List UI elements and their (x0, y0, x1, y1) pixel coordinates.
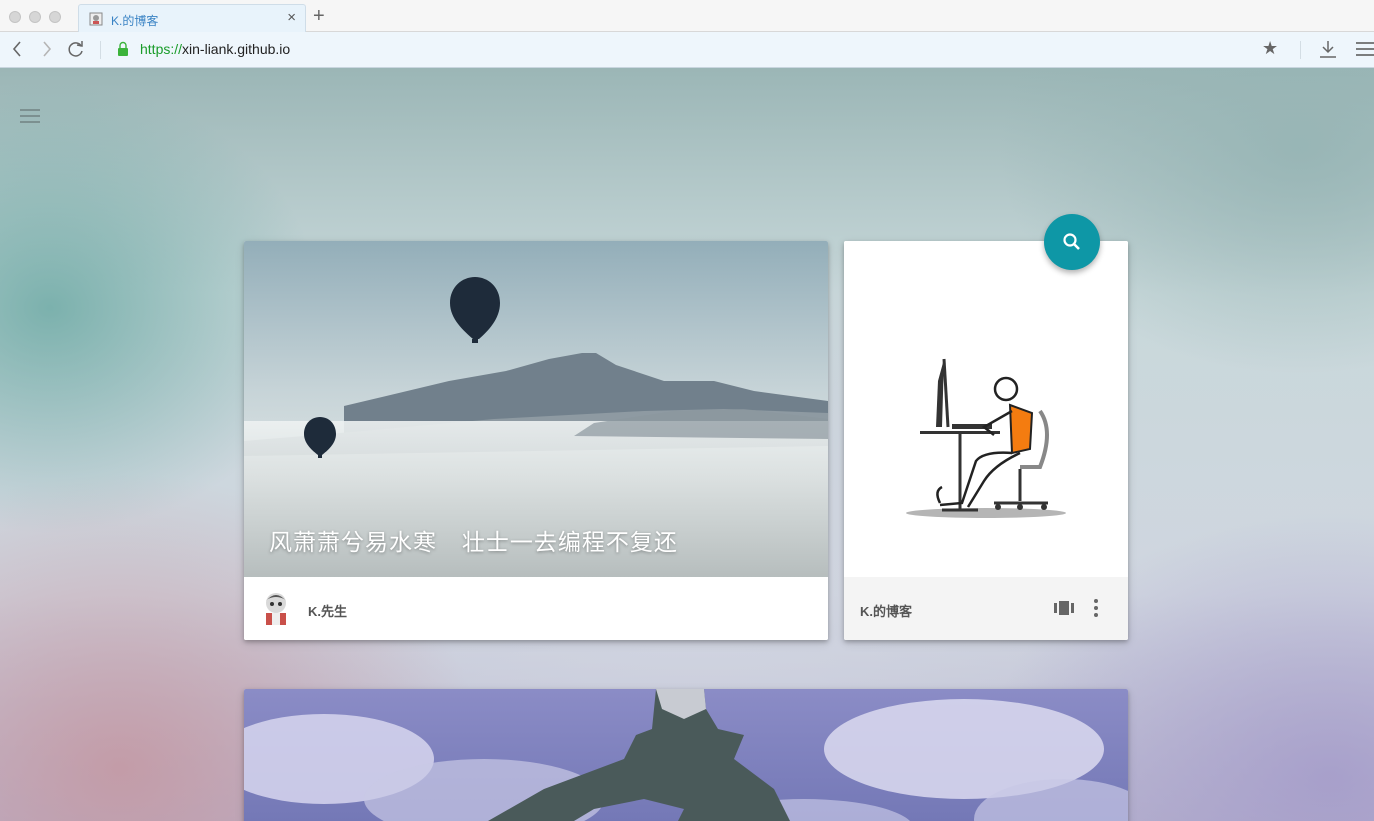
lock-icon (118, 41, 128, 56)
post-footer: K.先生 (244, 577, 828, 640)
blog-info-card: K.的博客 (844, 241, 1128, 640)
download-icon[interactable] (1319, 39, 1337, 59)
window-zoom-dot[interactable] (49, 11, 61, 23)
more-vert-icon[interactable] (1090, 598, 1102, 618)
blog-info-footer: K.的博客 (844, 577, 1128, 640)
browser-tabbar: K.的博客 × + (0, 0, 1374, 33)
new-tab-button[interactable]: + (313, 5, 325, 27)
featured-post-card[interactable]: 风萧萧兮易水寒 壮士一去编程不复还 K.先生 (244, 241, 828, 640)
tab-title: K.的博客 (111, 14, 159, 28)
address-bar[interactable]: https://xin-liank.github.io (140, 41, 290, 57)
coder-illustration (844, 241, 1128, 577)
author-avatar[interactable] (260, 591, 292, 625)
menu-icon[interactable] (1356, 42, 1374, 56)
browser-toolbar: https://xin-liank.github.io ★ (0, 32, 1374, 68)
star-icon[interactable]: ★ (1262, 38, 1278, 59)
post-title[interactable]: 风萧萧兮易水寒 壮士一去编程不复还 (269, 523, 678, 557)
search-button[interactable] (1044, 214, 1100, 270)
search-icon (1063, 233, 1080, 250)
toolbar-divider (1300, 41, 1301, 59)
favicon-icon (89, 12, 103, 26)
blog-name: K.的博客 (860, 604, 913, 619)
back-icon[interactable] (8, 39, 28, 59)
post-card-second[interactable] (244, 689, 1128, 821)
window-close-dot[interactable] (9, 11, 21, 23)
browser-tab-active[interactable]: K.的博客 × (78, 4, 306, 33)
blog-page: 风萧萧兮易水寒 壮士一去编程不复还 K.先生 K.的博客 (0, 68, 1374, 821)
window-minimize-dot[interactable] (29, 11, 41, 23)
drawer-menu-icon[interactable] (20, 109, 40, 123)
gallery-icon[interactable] (1054, 600, 1074, 616)
toolbar-divider (100, 41, 101, 59)
forward-icon[interactable] (36, 39, 56, 59)
author-name[interactable]: K.先生 (308, 601, 347, 620)
url-host: xin-liank.github.io (182, 41, 291, 57)
post-cover-image[interactable] (244, 689, 1128, 821)
tab-close-button[interactable]: × (287, 9, 296, 27)
reload-icon[interactable] (66, 39, 86, 59)
url-scheme: https:// (140, 41, 183, 57)
